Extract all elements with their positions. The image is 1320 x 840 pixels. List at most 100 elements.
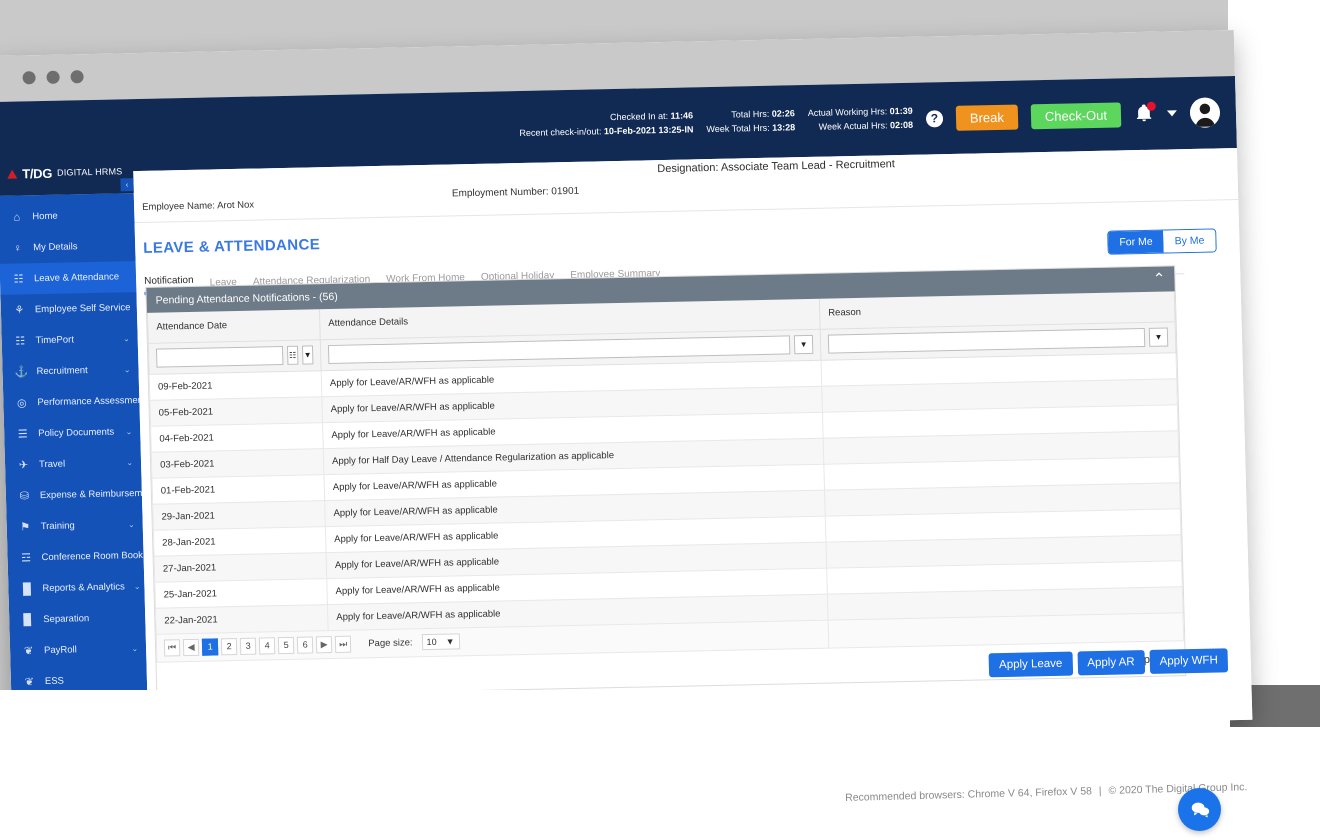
filter-funnel-icon-details[interactable]: ▼: [793, 334, 814, 355]
sidebar-item-reports-analytics[interactable]: █ Reports & Analytics ⌄: [8, 571, 145, 605]
apply-leave-button[interactable]: Apply Leave: [988, 651, 1073, 678]
employment-number-value: 01901: [551, 185, 580, 198]
chevron-down-icon[interactable]: [1166, 110, 1178, 117]
triangle-icon: [7, 169, 18, 179]
person-icon: ♀: [13, 241, 22, 255]
checked-in-value: 11:46: [670, 110, 694, 121]
employee-name-label: Employee Name:: [142, 200, 216, 213]
brand-logo[interactable]: T/DG DIGITAL HRMS: [0, 149, 134, 196]
sidebar-item-timeport[interactable]: ☷ TimePort ⌄: [1, 323, 138, 357]
wallet-icon: ⛁: [19, 490, 30, 503]
page-size-select[interactable]: 10 ▼: [421, 633, 460, 651]
sidebar-item-payroll[interactable]: ❦ PayRoll ⌄: [10, 633, 147, 667]
sidebar-item-conference-room-booking[interactable]: ☲Conference Room Booking⌄: [7, 540, 171, 574]
pagination-page-6[interactable]: 6: [296, 635, 314, 654]
column-header-attendance-date[interactable]: Attendance Date: [147, 309, 321, 343]
window-dot-close[interactable]: [22, 71, 36, 85]
sidebar-collapse-button[interactable]: ‹: [120, 178, 134, 192]
cell-attendance-date: 27-Jan-2021: [154, 552, 327, 582]
notification-bell-icon[interactable]: [1134, 101, 1156, 125]
chevron-down-icon[interactable]: ⌄: [128, 520, 135, 529]
chat-icon: [1191, 802, 1209, 818]
filter-funnel-icon-reason[interactable]: ▼: [1148, 327, 1169, 347]
brand-subtitle: DIGITAL HRMS: [56, 166, 123, 178]
pagination-next-button[interactable]: ▶: [315, 635, 333, 653]
sidebar-item-employee-self-service[interactable]: ⚘ Employee Self Service: [0, 292, 137, 326]
page-size-value: 10: [426, 636, 437, 648]
brand-mark: T/DG: [21, 165, 53, 181]
avatar[interactable]: [1189, 97, 1221, 128]
calendar-icon: ☷: [13, 273, 24, 286]
pagination-page-5[interactable]: 5: [277, 636, 295, 654]
chevron-down-icon[interactable]: ⌄: [125, 427, 132, 436]
filter-input-attendance-date[interactable]: [155, 346, 284, 368]
recent-checkin-value: 10-Feb-2021 13:25-IN: [603, 124, 694, 137]
help-icon[interactable]: ?: [925, 109, 944, 127]
actual-working-hrs-label: Actual Working Hrs:: [807, 106, 888, 119]
pagination-page-2[interactable]: 2: [220, 637, 238, 655]
pagination-page-4[interactable]: 4: [258, 636, 276, 655]
employee-name-value: Arot Nox: [216, 199, 255, 212]
chevron-down-icon[interactable]: ⌄: [134, 582, 141, 591]
sidebar-item-label: PayRoll: [43, 644, 77, 657]
chevron-up-icon[interactable]: ⌃: [1153, 271, 1166, 288]
sidebar-item-performance-assessment[interactable]: ◎ Performance Assessment: [3, 385, 146, 419]
chevron-down-icon[interactable]: ⌄: [131, 644, 138, 653]
sidebar-item-label: Separation: [43, 613, 90, 626]
main-content: Employee Name: Arot Nox Employment Numbe…: [133, 169, 1253, 743]
handshake-icon: ⚓: [14, 366, 29, 379]
door-icon: ▉: [23, 614, 33, 627]
chevron-down-icon: ▼: [445, 636, 455, 647]
cell-attendance-date: 03-Feb-2021: [151, 448, 324, 478]
table-body: 09-Feb-2021 Apply for Leave/AR/WFH as app…: [149, 352, 1183, 634]
sidebar-nav-list: ⌂ Home ♀ My Details ☷ Leave & Attendance ⚘ Empl…: [0, 199, 172, 698]
apply-ar-button[interactable]: Apply AR: [1077, 650, 1145, 676]
apply-wfh-button[interactable]: Apply WFH: [1149, 648, 1229, 674]
segment-by-me[interactable]: By Me: [1163, 229, 1216, 253]
pagination-page-3[interactable]: 3: [239, 637, 257, 655]
chat-support-button[interactable]: [1178, 788, 1221, 831]
pagination-prev-button[interactable]: ◀: [182, 638, 200, 656]
filter-input-reason[interactable]: [827, 327, 1146, 354]
sidebar-item-travel[interactable]: ✈ Travel ⌄: [5, 447, 142, 481]
filter-funnel-icon-date[interactable]: ▼: [301, 345, 314, 365]
window-traffic-lights[interactable]: [22, 70, 84, 85]
cell-attendance-date: 29-Jan-2021: [152, 500, 326, 530]
checked-in-label: Checked In at:: [609, 110, 669, 123]
cell-attendance-date: 25-Jan-2021: [154, 578, 328, 608]
cell-attendance-date: 09-Feb-2021: [149, 370, 322, 400]
actual-working-hrs-value: 01:39: [889, 105, 913, 117]
segment-for-me[interactable]: For Me: [1108, 230, 1164, 254]
sidebar-item-separation[interactable]: ▉ Separation: [9, 602, 146, 636]
sidebar-item-home[interactable]: ⌂ Home: [0, 199, 135, 233]
sidebar-item-leave-attendance[interactable]: ☷ Leave & Attendance: [0, 261, 137, 295]
filter-input-attendance-details[interactable]: [327, 335, 791, 365]
sidebar-item-policy-documents[interactable]: ☰ Policy Documents ⌄: [4, 416, 141, 450]
pagination-first-button[interactable]: ⏮: [163, 638, 181, 657]
sidebar-item-recruitment[interactable]: ⚓ Recruitment ⌄: [2, 354, 139, 388]
window-dot-maximize[interactable]: [70, 70, 84, 84]
notification-badge-dot: [1146, 101, 1156, 111]
break-button[interactable]: Break: [955, 104, 1019, 131]
sidebar-item-label: Travel: [38, 458, 66, 471]
home-icon: ⌂: [13, 210, 21, 224]
pagination-last-button[interactable]: ⏭: [334, 635, 352, 653]
sidebar-item-expense-reimbursement[interactable]: ⛁Expense & Reimbursement⌄: [5, 478, 172, 512]
pending-notifications-panel: Pending Attendance Notifications - (56) …: [145, 265, 1187, 698]
bar-chart-icon: █: [22, 582, 31, 595]
window-dot-minimize[interactable]: [46, 70, 60, 84]
chevron-down-icon[interactable]: ⌄: [124, 365, 131, 374]
sidebar-item-my-details[interactable]: ♀ My Details: [0, 230, 136, 264]
week-actual-hrs-value: 02:08: [889, 119, 914, 131]
chevron-down-icon[interactable]: ⌄: [123, 334, 130, 343]
pagination-page-1[interactable]: 1: [201, 637, 219, 656]
chevron-down-icon[interactable]: ⌄: [126, 458, 133, 467]
calendar-icon[interactable]: ☷: [286, 345, 299, 365]
check-out-button[interactable]: Check-Out: [1030, 101, 1122, 129]
action-button-group: Apply Leave Apply AR Apply WFH: [988, 648, 1229, 678]
employment-number-label: Employment Number:: [451, 186, 549, 200]
for-me-by-me-toggle[interactable]: For Me By Me: [1107, 228, 1217, 255]
sidebar-item-label: Policy Documents: [38, 426, 115, 440]
sidebar-item-label: Recruitment: [36, 365, 88, 378]
sidebar-item-training[interactable]: ⚑ Training ⌄: [6, 509, 143, 543]
